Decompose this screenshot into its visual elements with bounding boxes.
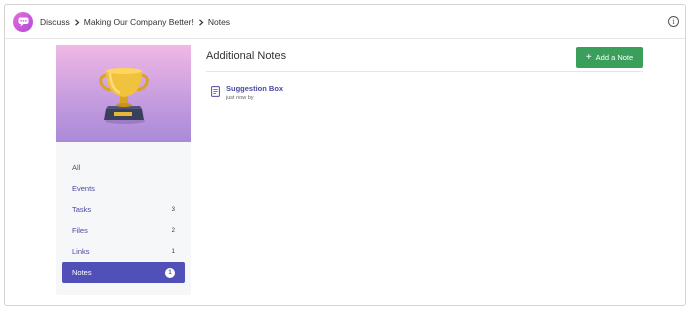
divider xyxy=(206,71,643,72)
sidebar-item-label: Notes xyxy=(72,268,92,277)
sidebar-item-links[interactable]: Links 1 xyxy=(62,241,185,262)
info-icon[interactable]: i xyxy=(668,16,679,27)
sidebar-item-count: 3 xyxy=(171,206,175,213)
sidebar-item-all[interactable]: All xyxy=(62,157,185,178)
chevron-right-icon xyxy=(198,18,204,26)
sidebar-item-count: 2 xyxy=(171,227,175,234)
trophy-icon xyxy=(99,68,149,124)
sidebar: All Events Tasks 3 Files 2 Links 1 Notes xyxy=(56,45,191,295)
breadcrumb-current: Notes xyxy=(207,17,231,27)
breadcrumb: Discuss Making Our Company Better! Notes xyxy=(40,15,230,29)
sidebar-item-tasks[interactable]: Tasks 3 xyxy=(62,199,185,220)
plus-icon: + xyxy=(585,51,592,63)
add-note-button[interactable]: + Add a Note xyxy=(576,47,643,68)
sidebar-item-files[interactable]: Files 2 xyxy=(62,220,185,241)
note-meta: just now by xyxy=(226,95,254,101)
top-bar: Discuss Making Our Company Better! Notes… xyxy=(5,5,685,39)
chat-bubble-icon[interactable] xyxy=(13,12,33,32)
sidebar-item-notes[interactable]: Notes 1 xyxy=(62,262,185,283)
sidebar-item-label: Tasks xyxy=(72,205,92,214)
hero-banner xyxy=(56,45,191,142)
sidebar-item-label: Files xyxy=(72,226,88,235)
note-title[interactable]: Suggestion Box xyxy=(226,84,283,93)
app-window: Discuss Making Our Company Better! Notes… xyxy=(4,4,686,306)
note-text: Suggestion Box just now by xyxy=(226,84,283,101)
add-note-label: Add a Note xyxy=(595,53,634,62)
list-item[interactable]: Suggestion Box just now by xyxy=(211,84,283,101)
breadcrumb-discuss[interactable]: Discuss xyxy=(40,17,70,27)
sidebar-item-label: All xyxy=(72,163,81,172)
chevron-right-icon xyxy=(74,18,80,26)
sidebar-item-label: Links xyxy=(72,247,90,256)
count-badge: 1 xyxy=(165,267,175,278)
note-icon xyxy=(211,86,220,97)
sidebar-item-count: 1 xyxy=(171,248,175,255)
sidebar-item-events[interactable]: Events xyxy=(62,178,185,199)
sidebar-item-label: Events xyxy=(72,184,95,193)
sidebar-nav: All Events Tasks 3 Files 2 Links 1 Notes xyxy=(56,157,191,283)
breadcrumb-project[interactable]: Making Our Company Better! xyxy=(84,17,194,27)
page-title: Additional Notes xyxy=(206,50,287,62)
